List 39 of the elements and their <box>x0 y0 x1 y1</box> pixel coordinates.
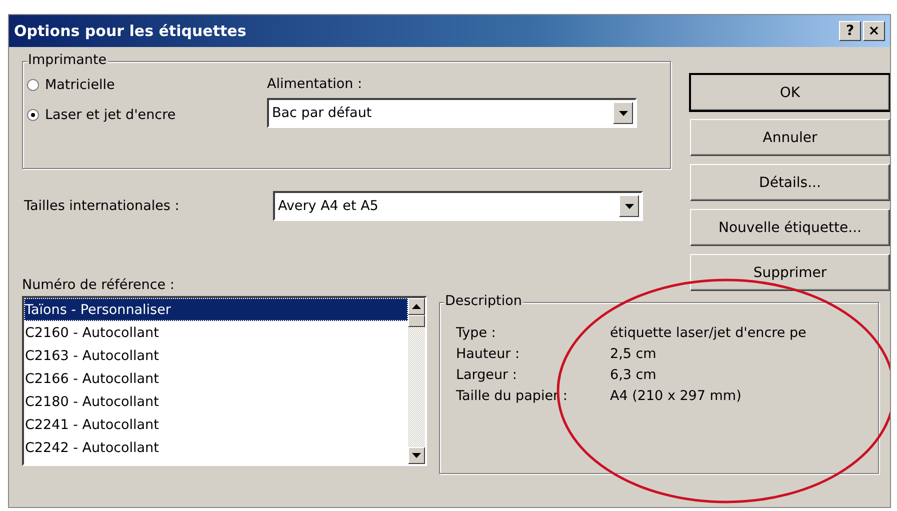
dialog-button[interactable]: Supprimer <box>690 254 890 291</box>
dropdown-arrow-icon <box>618 110 628 116</box>
dropdown-button[interactable] <box>613 102 633 124</box>
radio-option[interactable]: Laser et jet d'encre <box>27 107 267 123</box>
field-label: Largeur : <box>456 367 518 383</box>
group-label: Imprimante <box>27 52 108 68</box>
down-arrow-icon <box>412 453 421 458</box>
list-item[interactable]: Taïons - Personnaliser <box>24 298 408 321</box>
dropdown-arrow-icon <box>624 204 634 208</box>
scrollbar[interactable] <box>408 298 425 464</box>
field-value: 6,3 cm <box>610 367 658 383</box>
dialog-button[interactable]: OK <box>690 74 890 111</box>
sizes-dropdown[interactable]: Avery A4 et A5 <box>273 191 643 221</box>
scroll-thumb[interactable] <box>408 315 425 327</box>
dialog-button[interactable]: Nouvelle étiquette... <box>690 209 890 246</box>
sizes-label: Tailles internationales : <box>24 198 180 214</box>
dialog-button[interactable]: Annuler <box>690 119 890 156</box>
feed-label: Alimentation : <box>267 76 364 92</box>
field-value: A4 (210 x 297 mm) <box>610 388 742 404</box>
group-label: Description <box>444 293 523 309</box>
dialog-button[interactable]: Détails... <box>690 164 890 201</box>
field-label: Hauteur : <box>456 346 521 362</box>
field-value: étiquette laser/jet d'encre pe <box>610 325 808 341</box>
feed-dropdown[interactable]: Bac par défaut <box>267 98 637 128</box>
reference-label: Numéro de référence : <box>22 277 176 293</box>
field-label: Taille du papier : <box>456 388 568 404</box>
close-button[interactable]: × <box>863 21 885 41</box>
radio-label: Matricielle <box>45 77 115 93</box>
help-button[interactable]: ? <box>839 21 861 41</box>
field-value: 2,5 cm <box>610 346 658 362</box>
radio-label: Laser et jet d'encre <box>45 107 176 123</box>
scroll-down-button[interactable] <box>408 447 425 464</box>
dropdown-button[interactable] <box>619 195 639 217</box>
radio-option[interactable]: Matricielle <box>27 77 267 93</box>
window-title: Options pour les étiquettes <box>14 22 248 40</box>
field-label: Type : <box>456 325 497 341</box>
reference-list[interactable]: Taïons - Personnaliser C2160 - Autocollant C2163 - Autocollant C2166 - Autocollant C2180 - Autocollant C2241 - Autocollant C2242 - Autocollant <box>22 296 427 466</box>
up-arrow-icon <box>412 304 421 309</box>
scroll-up-button[interactable] <box>408 298 425 315</box>
